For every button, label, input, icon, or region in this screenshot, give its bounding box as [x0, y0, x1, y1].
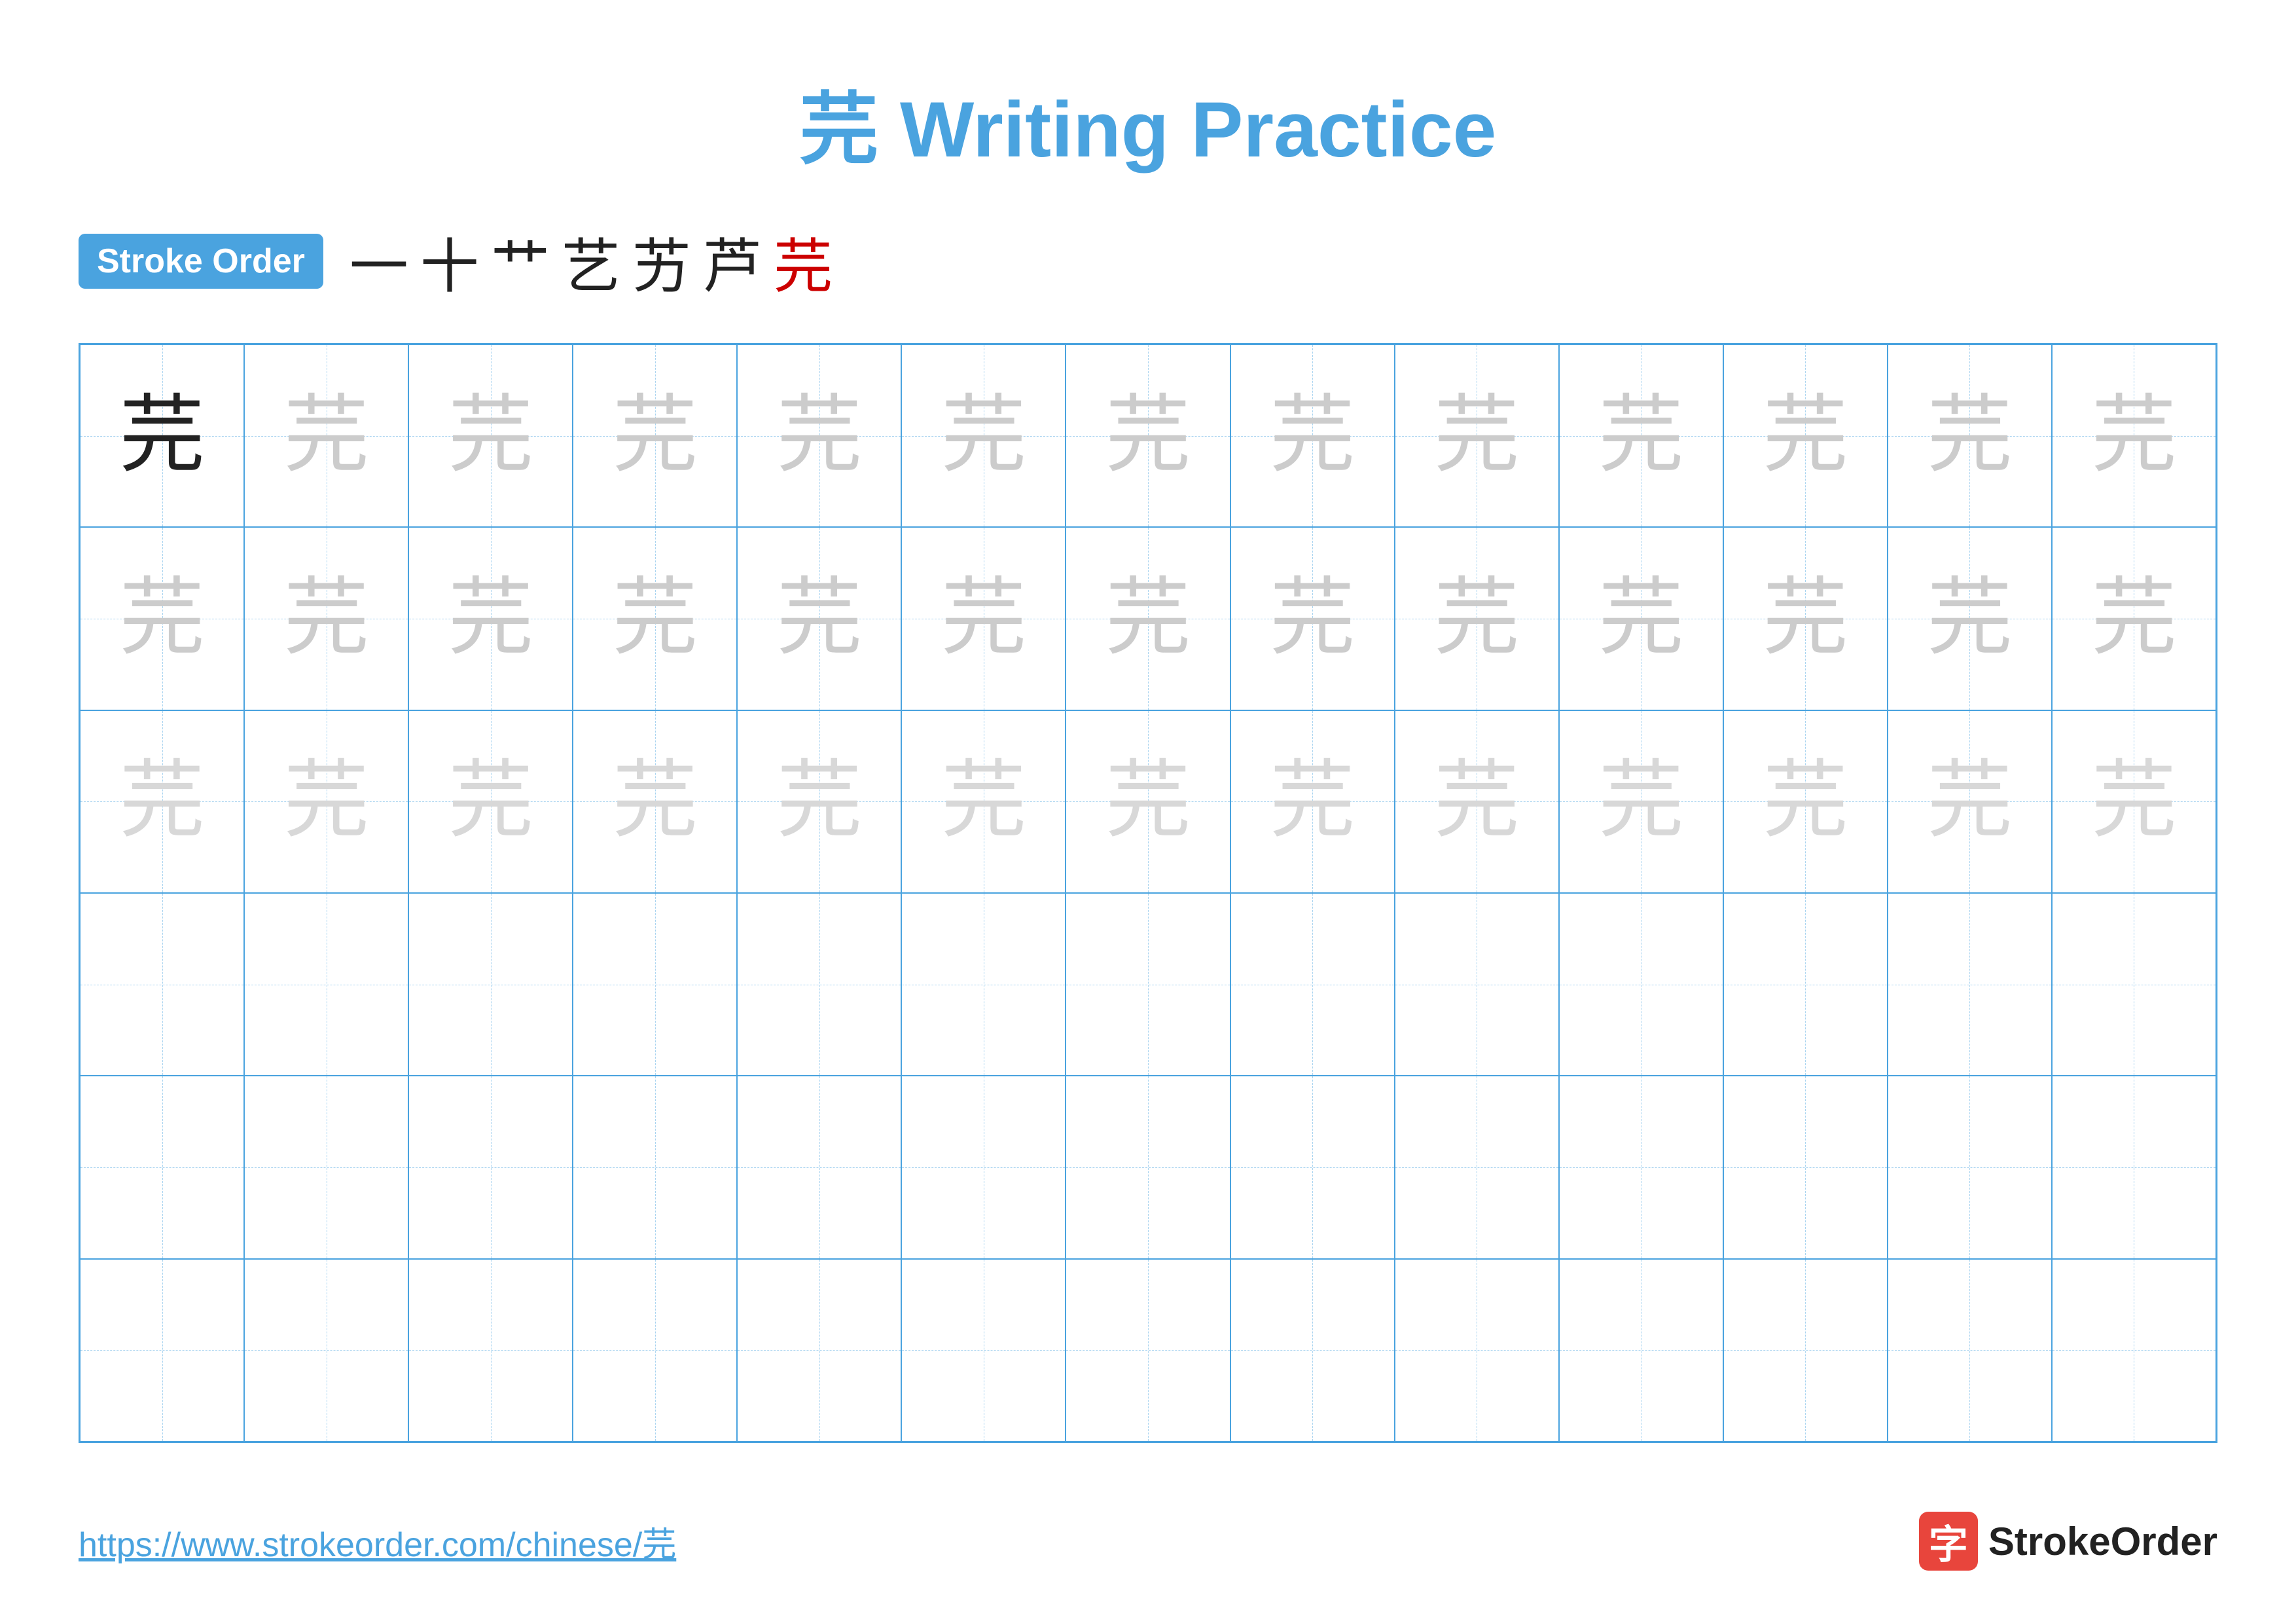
grid-cell-r5c7[interactable]	[1066, 1076, 1230, 1258]
grid-cell-r4c11[interactable]	[1723, 893, 1888, 1076]
grid-cell-r3c12[interactable]: 芫	[1888, 710, 2052, 893]
grid-cell-r2c2[interactable]: 芫	[244, 527, 408, 710]
title-chinese: 芫	[800, 86, 878, 173]
grid-cell-r6c4[interactable]	[573, 1259, 737, 1442]
grid-cell-r4c7[interactable]	[1066, 893, 1230, 1076]
grid-cell-r2c9[interactable]: 芫	[1395, 527, 1559, 710]
stroke-order-badge: Stroke Order	[79, 234, 323, 289]
grid-cell-r6c12[interactable]	[1888, 1259, 2052, 1442]
grid-cell-r2c11[interactable]: 芫	[1723, 527, 1888, 710]
grid-cell-r6c1[interactable]	[80, 1259, 244, 1442]
grid-cell-r2c10[interactable]: 芫	[1559, 527, 1723, 710]
stroke-5: 艻	[632, 219, 691, 304]
practice-grid: 芫 芫 芫 芫 芫 芫 芫 芫 芫 芫 芫 芫 芫 芫 芫 芫 芫 芫 芫 芫 …	[79, 343, 2217, 1443]
grid-cell-r3c3[interactable]: 芫	[408, 710, 573, 893]
grid-cell-r2c4[interactable]: 芫	[573, 527, 737, 710]
stroke-4: 艺	[562, 219, 620, 304]
grid-cell-r3c5[interactable]: 芫	[737, 710, 901, 893]
stroke-3: 艹	[491, 219, 550, 304]
grid-cell-r3c10[interactable]: 芫	[1559, 710, 1723, 893]
grid-cell-r2c7[interactable]: 芫	[1066, 527, 1230, 710]
grid-cell-r6c3[interactable]	[408, 1259, 573, 1442]
grid-cell-r5c2[interactable]	[244, 1076, 408, 1258]
grid-cell-r6c5[interactable]	[737, 1259, 901, 1442]
grid-cell-r3c11[interactable]: 芫	[1723, 710, 1888, 893]
grid-cell-r2c1[interactable]: 芫	[80, 527, 244, 710]
grid-cell-r5c1[interactable]	[80, 1076, 244, 1258]
grid-cell-r1c8[interactable]: 芫	[1230, 344, 1395, 527]
page: 芫 Writing Practice Stroke Order 一 十 艹 艺 …	[0, 0, 2296, 1623]
grid-cell-r4c10[interactable]	[1559, 893, 1723, 1076]
grid-cell-r3c2[interactable]: 芫	[244, 710, 408, 893]
grid-cell-r1c6[interactable]: 芫	[901, 344, 1066, 527]
grid-cell-r6c13[interactable]	[2052, 1259, 2216, 1442]
grid-cell-r4c12[interactable]	[1888, 893, 2052, 1076]
grid-cell-r1c13[interactable]: 芫	[2052, 344, 2216, 527]
grid-cell-r2c13[interactable]: 芫	[2052, 527, 2216, 710]
stroke-order-chars: 一 十 艹 艺 艻 芦 芫	[350, 219, 833, 304]
stroke-2: 十	[420, 219, 479, 304]
grid-cell-r1c3[interactable]: 芫	[408, 344, 573, 527]
grid-cell-r5c11[interactable]	[1723, 1076, 1888, 1258]
grid-cell-r4c13[interactable]	[2052, 893, 2216, 1076]
grid-cell-r4c3[interactable]	[408, 893, 573, 1076]
grid-cell-r5c6[interactable]	[901, 1076, 1066, 1258]
grid-cell-r4c6[interactable]	[901, 893, 1066, 1076]
grid-cell-r6c6[interactable]	[901, 1259, 1066, 1442]
stroke-6: 芦	[703, 219, 762, 304]
grid-cell-r1c12[interactable]: 芫	[1888, 344, 2052, 527]
grid-cell-r1c10[interactable]: 芫	[1559, 344, 1723, 527]
stroke-7: 芫	[774, 219, 833, 304]
grid-cell-r1c7[interactable]: 芫	[1066, 344, 1230, 527]
title-rest: Writing Practice	[878, 86, 1497, 173]
grid-cell-r1c4[interactable]: 芫	[573, 344, 737, 527]
grid-cell-r5c3[interactable]	[408, 1076, 573, 1258]
grid-cell-r1c5[interactable]: 芫	[737, 344, 901, 527]
grid-cell-r6c7[interactable]	[1066, 1259, 1230, 1442]
grid-cell-r5c8[interactable]	[1230, 1076, 1395, 1258]
grid-cell-r6c10[interactable]	[1559, 1259, 1723, 1442]
grid-cell-r1c2[interactable]: 芫	[244, 344, 408, 527]
stroke-order-row: Stroke Order 一 十 艹 艺 艻 芦 芫	[79, 219, 2217, 304]
grid-cell-r2c3[interactable]: 芫	[408, 527, 573, 710]
grid-cell-r4c4[interactable]	[573, 893, 737, 1076]
grid-cell-r6c2[interactable]	[244, 1259, 408, 1442]
grid-cell-r5c13[interactable]	[2052, 1076, 2216, 1258]
grid-cell-r5c5[interactable]	[737, 1076, 901, 1258]
grid-cell-r3c9[interactable]: 芫	[1395, 710, 1559, 893]
grid-cell-r3c8[interactable]: 芫	[1230, 710, 1395, 893]
char-solid: 芫	[120, 393, 205, 479]
grid-cell-r6c9[interactable]	[1395, 1259, 1559, 1442]
grid-cell-r3c7[interactable]: 芫	[1066, 710, 1230, 893]
grid-cell-r4c1[interactable]	[80, 893, 244, 1076]
grid-cell-r3c1[interactable]: 芫	[80, 710, 244, 893]
stroke-1: 一	[350, 219, 408, 304]
grid-cell-r3c4[interactable]: 芫	[573, 710, 737, 893]
footer-logo: 字 StrokeOrder	[1919, 1512, 2217, 1571]
grid-cell-r1c1[interactable]: 芫	[80, 344, 244, 527]
grid-cell-r3c13[interactable]: 芫	[2052, 710, 2216, 893]
page-title: 芫 Writing Practice	[79, 65, 2217, 179]
grid-cell-r5c12[interactable]	[1888, 1076, 2052, 1258]
grid-cell-r5c9[interactable]	[1395, 1076, 1559, 1258]
grid-cell-r2c5[interactable]: 芫	[737, 527, 901, 710]
grid-cell-r4c9[interactable]	[1395, 893, 1559, 1076]
grid-cell-r2c6[interactable]: 芫	[901, 527, 1066, 710]
grid-cell-r4c2[interactable]	[244, 893, 408, 1076]
grid-cell-r1c11[interactable]: 芫	[1723, 344, 1888, 527]
grid-cell-r1c9[interactable]: 芫	[1395, 344, 1559, 527]
grid-cell-r2c12[interactable]: 芫	[1888, 527, 2052, 710]
grid-cell-r4c5[interactable]	[737, 893, 901, 1076]
grid-cell-r6c11[interactable]	[1723, 1259, 1888, 1442]
footer-url[interactable]: https://www.strokeorder.com/chinese/芫	[79, 1517, 676, 1566]
grid-cell-r6c8[interactable]	[1230, 1259, 1395, 1442]
logo-icon: 字	[1919, 1512, 1978, 1571]
grid-cell-r5c4[interactable]	[573, 1076, 737, 1258]
logo-text: StrokeOrder	[1988, 1519, 2217, 1564]
grid-cell-r4c8[interactable]	[1230, 893, 1395, 1076]
footer: https://www.strokeorder.com/chinese/芫 字 …	[79, 1512, 2217, 1571]
grid-cell-r3c6[interactable]: 芫	[901, 710, 1066, 893]
grid-cell-r5c10[interactable]	[1559, 1076, 1723, 1258]
grid-cell-r2c8[interactable]: 芫	[1230, 527, 1395, 710]
